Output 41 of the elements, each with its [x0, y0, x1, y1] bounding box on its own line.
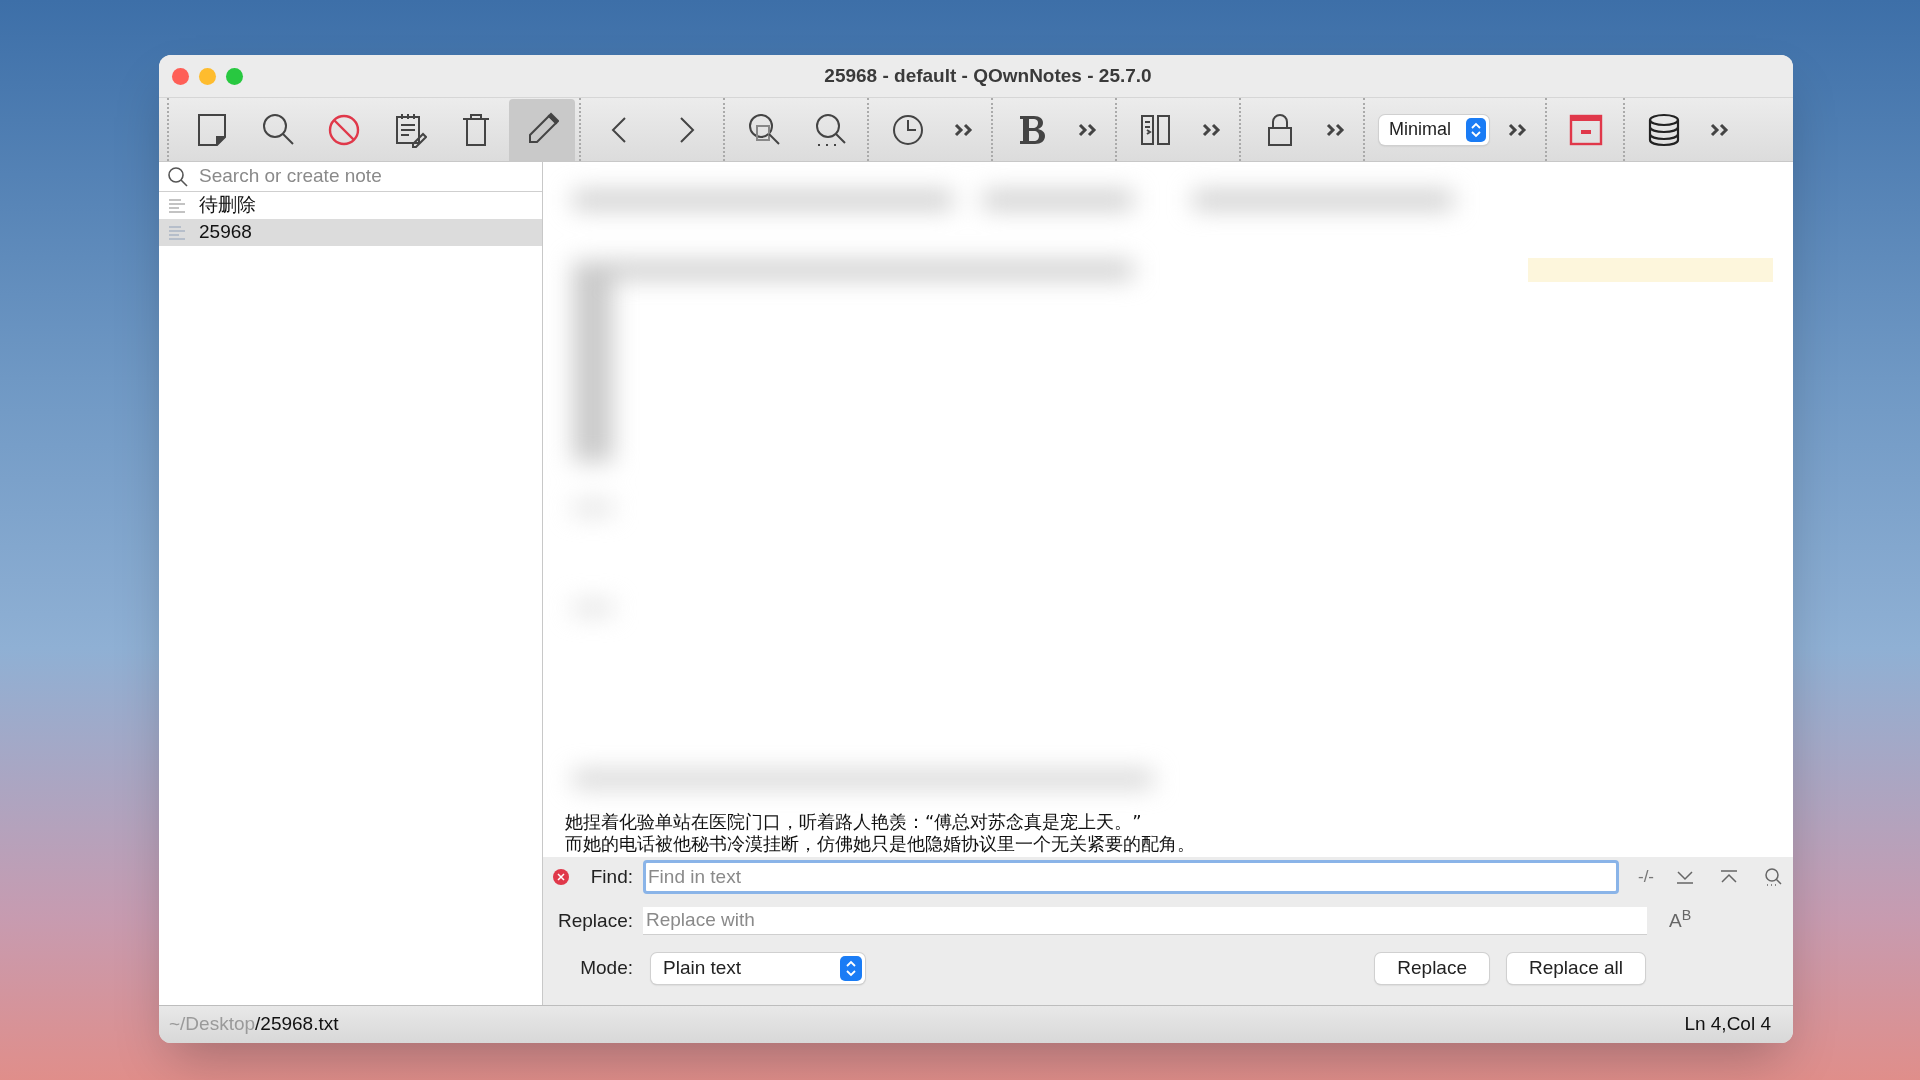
cursor-position: Ln 4,Col 4 — [1684, 1012, 1772, 1037]
case-toggle[interactable]: A$^{B}$ — [1669, 906, 1692, 936]
toolbar-button[interactable] — [509, 98, 575, 161]
stepper-icon — [840, 956, 862, 981]
file-path: ~/Desktop/25968.txt — [169, 1012, 339, 1037]
mode-dropdown[interactable]: Plain text — [651, 953, 865, 984]
note-edit-icon — [393, 111, 427, 148]
find-field[interactable]: Find in text — [643, 860, 1619, 894]
close-icon[interactable] — [553, 869, 569, 885]
stepper-icon — [1466, 117, 1486, 142]
note-search-field[interactable]: Search or create note — [199, 162, 534, 191]
chevrons-icon[interactable] — [1078, 122, 1098, 137]
find-next-icon[interactable] — [1675, 869, 1695, 885]
replace-button[interactable]: Replace — [1375, 953, 1489, 984]
note-icon — [195, 111, 229, 148]
text-lines-icon — [169, 198, 185, 213]
find-label: Find: — [589, 864, 634, 889]
editor-area[interactable]: 她捏着化验单站在医院门口，听着路人艳羡：“傅总对苏念真是宠上天。” 而她的电话被他秘书冷漠挂断，仿佛她只是他隐婚协议里一个无关紧要的配角。 — [543, 162, 1793, 857]
replace-field[interactable]: Replace with — [643, 907, 1647, 935]
database-icon — [1647, 111, 1681, 148]
search-icon — [167, 165, 189, 188]
chevrons-icon[interactable] — [1326, 122, 1346, 137]
replace-label: Replace: — [557, 908, 634, 933]
search-icon[interactable] — [1763, 867, 1783, 887]
chevrons-icon[interactable] — [1710, 122, 1730, 137]
chevrons-icon[interactable] — [1202, 122, 1222, 137]
replace-button[interactable]: Replace all — [1507, 953, 1645, 984]
style-dropdown[interactable]: Minimal — [1379, 114, 1489, 145]
window-title: 25968 - default - QOwnNotes - 25.7.0 — [824, 63, 1152, 88]
text-lines-icon — [169, 225, 185, 240]
note-list-item[interactable]: 25968 — [159, 219, 542, 246]
find-previous-icon[interactable] — [1719, 869, 1739, 885]
chevrons-icon[interactable] — [1508, 122, 1528, 137]
editor-text-line: 她捏着化验单站在医院门口，听着路人艳羡：“傅总对苏念真是宠上天。” — [565, 811, 1143, 833]
search-dots-icon — [813, 111, 847, 148]
regex-toggle[interactable]: -/- — [1629, 864, 1663, 890]
chevrons-icon[interactable] — [954, 122, 974, 137]
close-window-button[interactable] — [172, 67, 189, 85]
note-list-item[interactable]: 待删除 — [159, 192, 542, 219]
mode-label: Mode: — [579, 956, 633, 981]
editor-text-line: 而她的电话被他秘书冷漠挂断，仿佛她只是他隐婚协议里一个无关紧要的配角。 — [565, 833, 1196, 855]
